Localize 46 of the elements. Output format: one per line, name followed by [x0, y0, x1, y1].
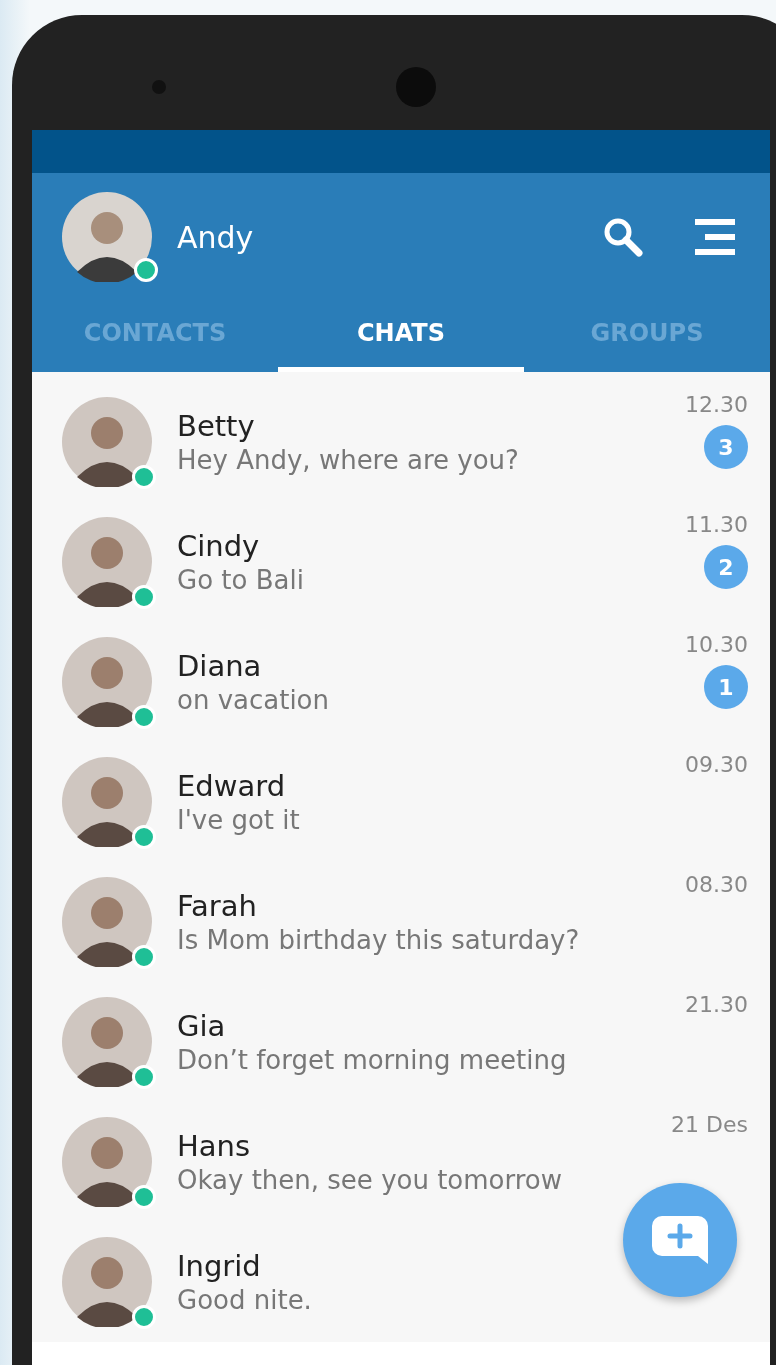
avatar-icon	[62, 637, 152, 727]
contact-name: Ingrid	[177, 1249, 262, 1283]
chat-item[interactable]: Cindy Go to Bali 11.30 2	[32, 502, 770, 622]
contact-name: Hans	[177, 1129, 252, 1163]
avatar-icon	[62, 1237, 152, 1327]
contact-name: Cindy	[177, 529, 261, 563]
chat-item[interactable]: Gia Don’t forget morning meeting 21.30	[32, 982, 770, 1102]
message-preview: Is Mom birthday this saturday?	[177, 925, 581, 955]
message-time: 11.30	[685, 512, 748, 537]
chat-item[interactable]: Betty Hey Andy, where are you? 12.30 3	[32, 382, 770, 502]
unread-count: 3	[704, 425, 748, 469]
message-time: 21 Des	[671, 1112, 748, 1137]
contact-name: Gia	[177, 1009, 227, 1043]
chat-item[interactable]: Diana on vacation 10.30 1	[32, 622, 770, 742]
chat-item[interactable]: Farah Is Mom birthday this saturday? 08.30	[32, 862, 770, 982]
contact-name: Farah	[177, 889, 258, 923]
message-preview: on vacation	[177, 685, 330, 715]
new-chat-button[interactable]	[623, 1183, 737, 1297]
avatar-icon	[62, 517, 152, 607]
message-preview: Good nite.	[177, 1285, 313, 1315]
contact-name: Betty	[177, 409, 256, 443]
avatar-icon	[62, 1117, 152, 1207]
contact-name: Diana	[177, 649, 263, 683]
chat-item[interactable]: Ingrid Good nite.	[32, 1222, 770, 1342]
chat-item[interactable]: Edward I've got it 09.30	[32, 742, 770, 862]
avatar-icon	[62, 997, 152, 1087]
unread-count: 2	[704, 545, 748, 589]
avatar-icon	[62, 757, 152, 847]
chat-item[interactable]: Hans Okay then, see you tomorrow 21 Des	[32, 1102, 770, 1222]
message-preview: Okay then, see you tomorrow	[177, 1165, 564, 1195]
avatar-icon	[62, 397, 152, 487]
avatar-icon	[62, 192, 152, 282]
message-preview: I've got it	[177, 805, 301, 835]
message-time: 10.30	[685, 632, 748, 657]
unread-count: 1	[704, 665, 748, 709]
message-preview: Go to Bali	[177, 565, 305, 595]
message-time: 08.30	[685, 872, 748, 897]
message-time: 21.30	[685, 992, 748, 1017]
contact-name: Edward	[177, 769, 287, 803]
message-time: 12.30	[685, 392, 748, 417]
menu-icon[interactable]	[695, 217, 735, 257]
message-time: 09.30	[685, 752, 748, 777]
message-preview: Hey Andy, where are you?	[177, 445, 520, 475]
avatar-icon	[62, 877, 152, 967]
user-name: Andy	[177, 219, 255, 255]
message-preview: Don’t forget morning meeting	[177, 1045, 568, 1075]
